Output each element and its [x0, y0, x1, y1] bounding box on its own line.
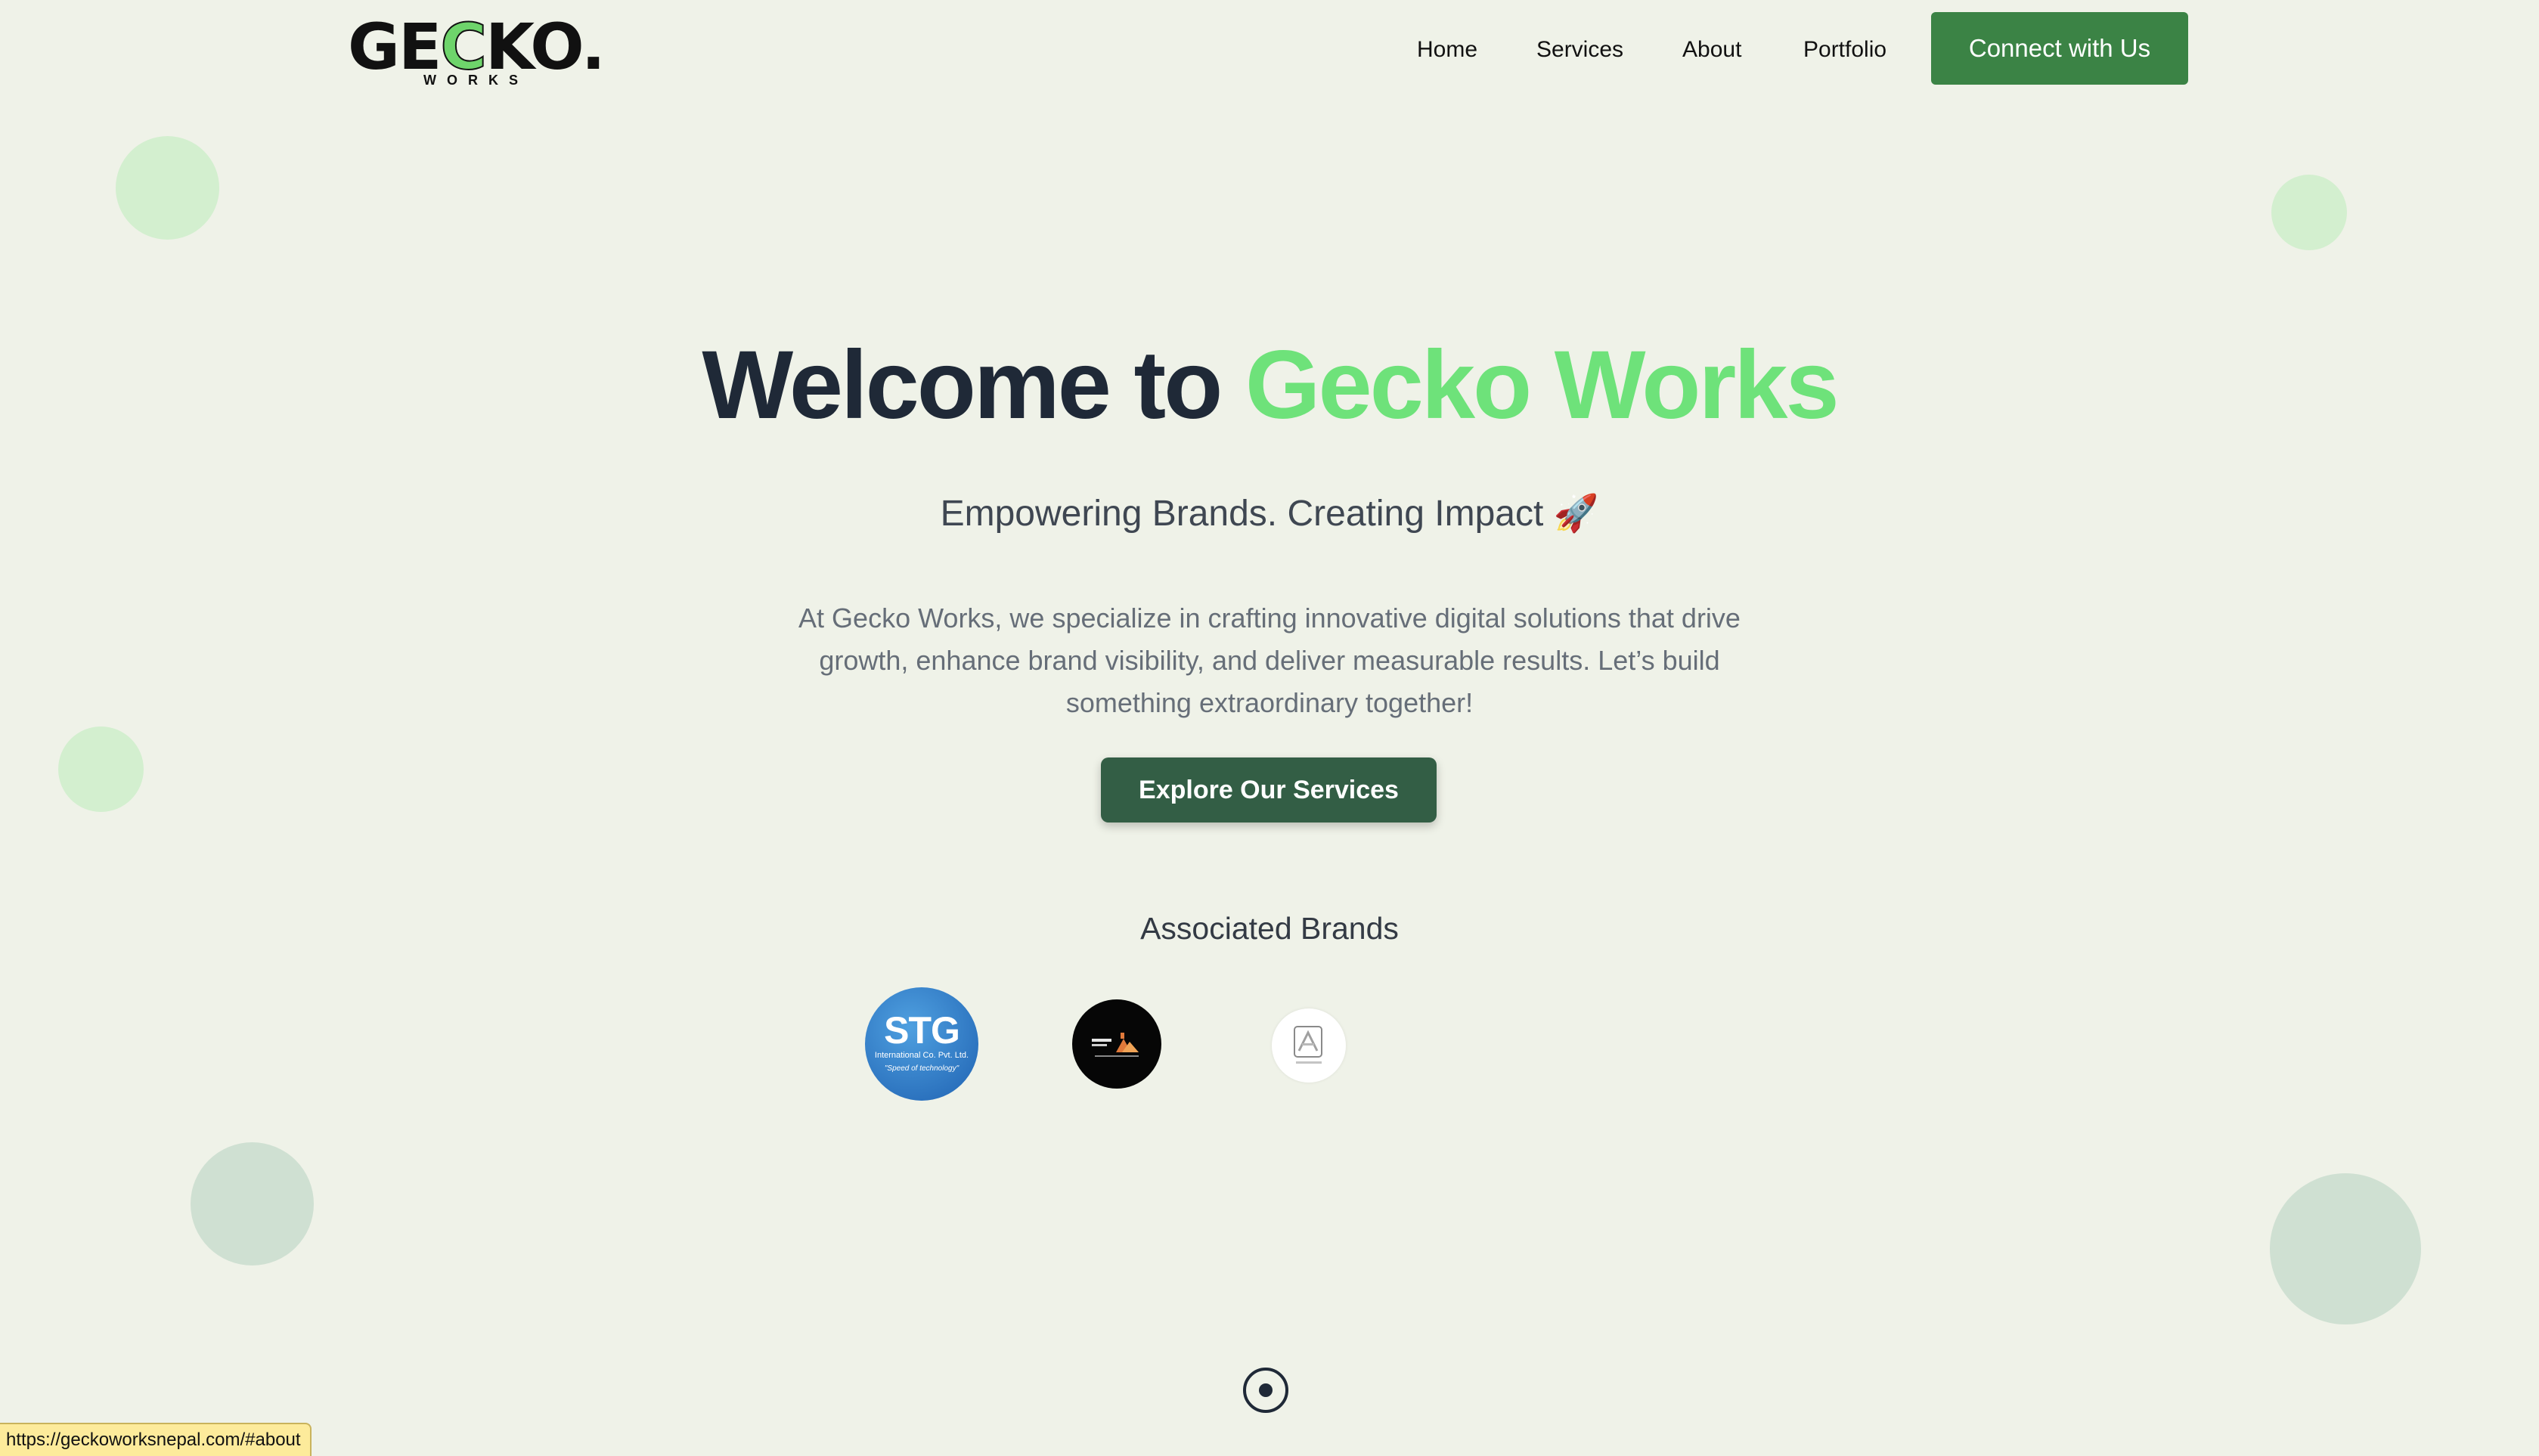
scroll-indicator-dot	[1259, 1383, 1273, 1397]
logo-subtext: WORKS	[423, 73, 529, 88]
hero-title-prefix: Welcome to	[702, 331, 1245, 439]
hero-title-accent: Gecko Works	[1245, 331, 1840, 439]
hero-tagline: Empowering Brands. Creating Impact 🚀	[940, 494, 1599, 534]
associated-brands-title: Associated Brands	[1140, 911, 1399, 946]
decorative-bubble	[191, 1142, 314, 1265]
nav-services[interactable]: Services	[1536, 35, 1623, 65]
decorative-bubble	[116, 136, 219, 240]
hero-title: Welcome to Gecko Works	[0, 325, 2539, 446]
stg-logo-text: STG	[884, 1009, 960, 1052]
link-hover-status-bar: https://geckoworksnepal.com/#about	[0, 1423, 312, 1456]
stg-logo-slogan: "Speed of technology"	[884, 1064, 959, 1073]
dark-brand-emblem-icon	[1092, 1033, 1139, 1057]
light-brand-emblem-icon	[1294, 1026, 1322, 1064]
explore-services-button[interactable]: Explore Our Services	[1101, 757, 1437, 822]
brand-logo-light[interactable]	[1272, 1008, 1346, 1083]
nav-home[interactable]: Home	[1417, 35, 1477, 65]
nav-portfolio[interactable]: Portfolio	[1803, 35, 1886, 65]
hero-description: At Gecko Works, we specialize in craftin…	[798, 603, 1741, 718]
decorative-bubble	[2270, 1173, 2421, 1324]
scroll-down-indicator-icon[interactable]	[1243, 1368, 1288, 1413]
brand-logo-stg[interactable]: STG International Co. Pvt. Ltd. "Speed o…	[865, 987, 978, 1101]
nav-about[interactable]: About	[1682, 35, 1741, 65]
gecko-works-logo[interactable]: GECKO. WORKS	[348, 10, 606, 88]
connect-with-us-button[interactable]: Connect with Us	[1931, 12, 2188, 85]
brand-logo-dark[interactable]	[1072, 999, 1161, 1089]
stg-logo-subtitle: International Co. Pvt. Ltd.	[874, 1051, 969, 1060]
decorative-bubble	[2271, 175, 2347, 250]
decorative-bubble	[58, 726, 144, 812]
